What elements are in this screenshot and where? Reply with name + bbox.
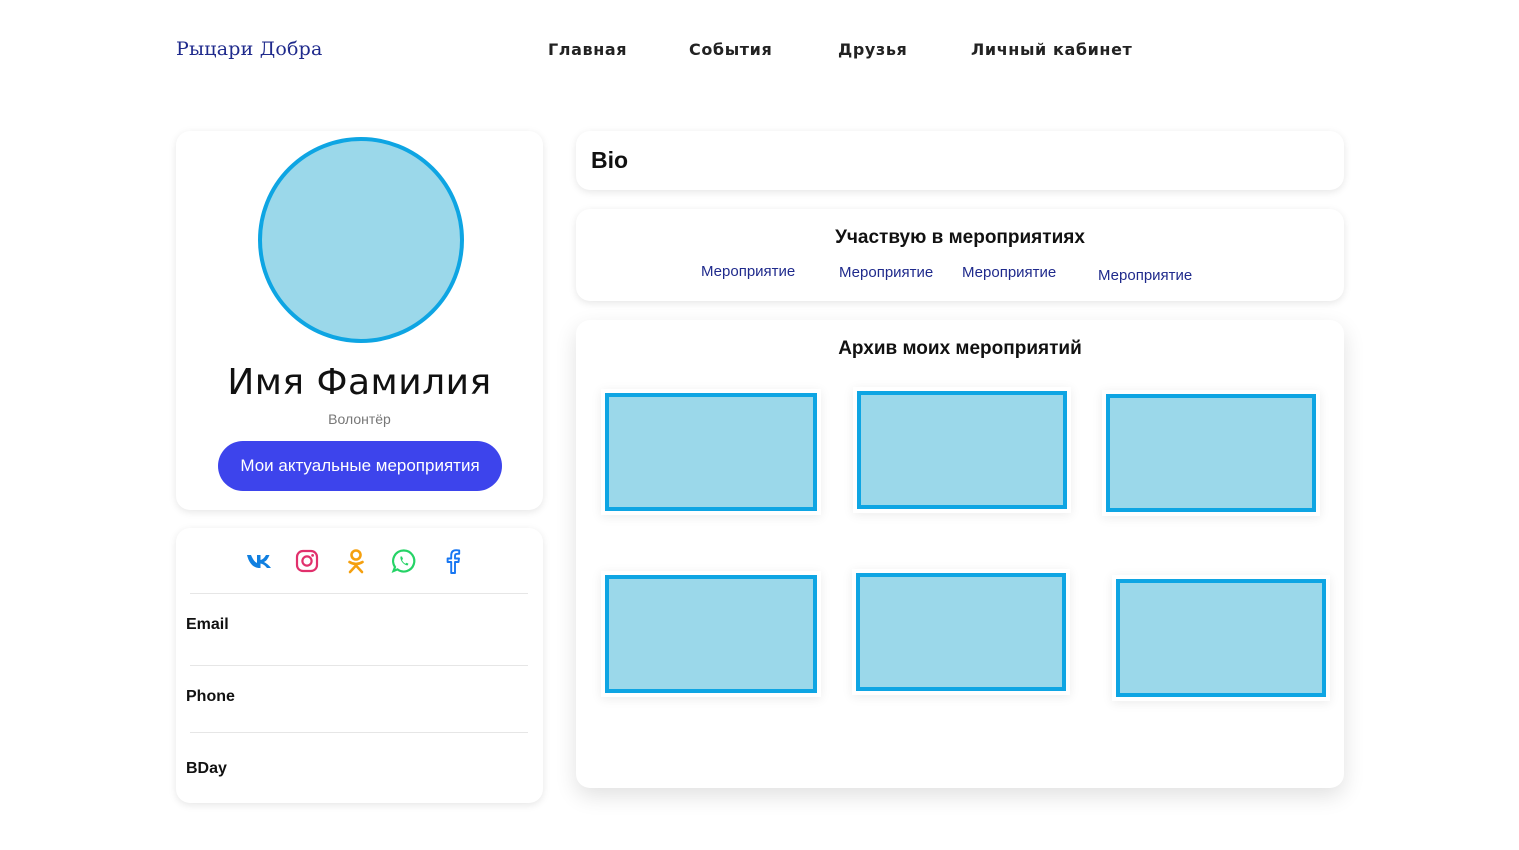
birthday-label: BDay — [186, 760, 227, 777]
archive-event-card — [601, 571, 821, 697]
user-role: Волонтёр — [328, 411, 391, 427]
archive-event-card — [1102, 390, 1320, 516]
divider — [190, 732, 528, 733]
vk-icon[interactable] — [246, 548, 272, 574]
profile-card: Имя Фамилия Волонтёр Мои актуальные меро… — [176, 131, 543, 510]
facebook-icon[interactable] — [440, 548, 466, 574]
event-image-placeholder[interactable] — [605, 393, 817, 511]
divider — [190, 665, 528, 666]
phone-label: Phone — [186, 688, 235, 705]
event-link[interactable]: Мероприятие — [962, 264, 1056, 281]
nav-events[interactable]: События — [689, 40, 772, 59]
avatar[interactable] — [258, 137, 464, 343]
archive-title: Архив моих мероприятий — [838, 338, 1082, 359]
event-image-placeholder[interactable] — [1106, 394, 1316, 512]
event-link[interactable]: Мероприятие — [701, 263, 795, 280]
events-archive-card: Архив моих мероприятий — [576, 320, 1344, 788]
user-name: Имя Фамилия — [227, 362, 492, 403]
nav-account[interactable]: Личный кабинет — [971, 40, 1132, 59]
main-nav: Главная События Друзья Личный кабинет — [0, 40, 1519, 64]
event-image-placeholder[interactable] — [605, 575, 817, 693]
bio-card: Bio — [576, 131, 1344, 190]
whatsapp-icon[interactable] — [391, 548, 417, 574]
participating-title: Участвую в мероприятиях — [835, 227, 1085, 248]
archive-event-card — [853, 387, 1071, 513]
nav-friends[interactable]: Друзья — [838, 40, 907, 59]
bio-title: Bio — [591, 147, 629, 173]
odnoklassniki-icon[interactable] — [343, 548, 369, 574]
archive-event-card — [601, 389, 821, 515]
divider — [190, 593, 528, 594]
event-link[interactable]: Мероприятие — [839, 264, 933, 281]
archive-event-card — [1112, 575, 1330, 701]
event-link[interactable]: Мероприятие — [1098, 267, 1192, 284]
my-current-events-button[interactable]: Мои актуальные мероприятия — [218, 441, 502, 491]
contacts-card: Email Phone BDay — [176, 528, 543, 803]
archive-event-card — [852, 569, 1070, 695]
social-links — [176, 548, 543, 576]
event-image-placeholder[interactable] — [857, 391, 1067, 509]
event-image-placeholder[interactable] — [1116, 579, 1326, 697]
email-label: Email — [186, 616, 229, 633]
participating-events-card: Участвую в мероприятиях Мероприятие Меро… — [576, 209, 1344, 301]
nav-home[interactable]: Главная — [548, 40, 627, 59]
instagram-icon[interactable] — [294, 548, 320, 574]
event-image-placeholder[interactable] — [856, 573, 1066, 691]
